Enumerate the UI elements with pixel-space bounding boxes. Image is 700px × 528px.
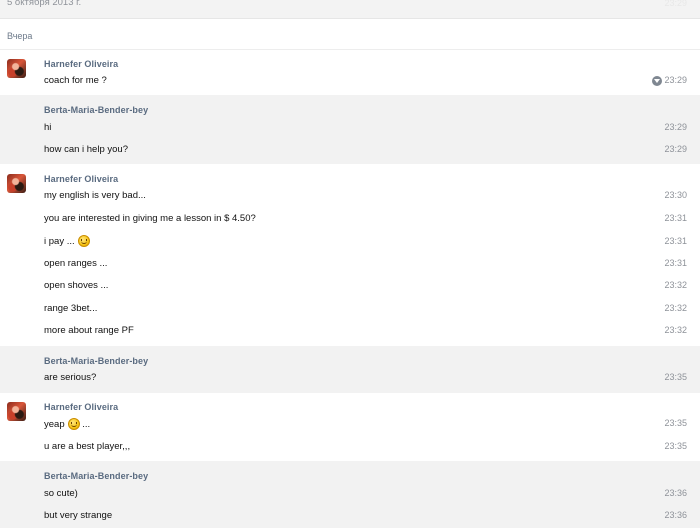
chevron-down-circle-icon[interactable] <box>652 76 662 86</box>
author-name[interactable]: Harnefer Oliveira <box>44 174 118 184</box>
message-text: you are interested in giving me a lesson… <box>44 213 256 224</box>
message-text: yeap <box>44 419 65 430</box>
message-time[interactable]: 23:32 <box>664 280 687 290</box>
message-group: Berta-Maria-Bender-bey hi 23:29 how can … <box>0 95 700 164</box>
message-text-suffix: ... <box>82 419 91 430</box>
message-time[interactable]: 23:36 <box>664 488 687 498</box>
message-time[interactable]: 23:35 <box>664 418 687 428</box>
message-text: but very strange <box>44 510 113 521</box>
message-group: Berta-Maria-Bender-bey so cute) 23:36 bu… <box>0 461 700 528</box>
author-name[interactable]: Berta-Maria-Bender-bey <box>44 356 148 366</box>
message-time[interactable]: 23:31 <box>664 213 687 223</box>
top-date-bar: 5 октября 2013 г. 23:29 <box>0 0 700 19</box>
message-time[interactable]: 23:31 <box>664 258 687 268</box>
author-name[interactable]: Berta-Maria-Bender-bey <box>44 471 148 481</box>
day-separator-label: Вчера <box>7 31 33 41</box>
message-text: open ranges ... <box>44 258 108 269</box>
message-text: coach for me ? <box>44 75 107 86</box>
avatar[interactable] <box>7 174 26 193</box>
message-group: Harnefer Oliveira my english is very bad… <box>0 164 700 346</box>
day-separator: Вчера <box>0 19 700 50</box>
cut-time: 23:29 <box>664 0 687 8</box>
message-time[interactable]: 23:36 <box>664 510 687 520</box>
author-name[interactable]: Berta-Maria-Bender-bey <box>44 105 148 115</box>
author-name[interactable]: Harnefer Oliveira <box>44 59 118 69</box>
message-time[interactable]: 23:35 <box>664 441 687 451</box>
smile-emoji-icon <box>67 418 80 430</box>
message-text: my english is very bad... <box>44 190 146 201</box>
message-text: are serious? <box>44 372 97 383</box>
message-time[interactable]: 23:29 <box>664 144 687 154</box>
avatar[interactable] <box>7 402 26 421</box>
author-name[interactable]: Harnefer Oliveira <box>44 402 118 412</box>
message-time[interactable]: 23:29 <box>664 75 687 85</box>
message-group: Harnefer Oliveira coach for me ? 23:29 <box>0 50 700 95</box>
message-time[interactable]: 23:31 <box>664 236 687 246</box>
message-row: i pay ... <box>44 235 90 247</box>
message-time[interactable]: 23:29 <box>664 122 687 132</box>
message-time[interactable]: 23:32 <box>664 303 687 313</box>
message-group: Berta-Maria-Bender-bey are serious? 23:3… <box>0 346 700 393</box>
message-text: range 3bet... <box>44 303 98 314</box>
date-label: 5 октября 2013 г. <box>7 0 82 8</box>
message-time[interactable]: 23:35 <box>664 372 687 382</box>
message-time[interactable]: 23:30 <box>664 190 687 200</box>
message-text: open shoves ... <box>44 280 109 291</box>
message-text: so cute) <box>44 488 78 499</box>
message-text: more about range PF <box>44 325 134 336</box>
message-text: u are a best player,,, <box>44 441 131 452</box>
message-text: hi <box>44 122 52 133</box>
message-time[interactable]: 23:32 <box>664 325 687 335</box>
message-text: i pay ... <box>44 236 75 247</box>
message-text: how can i help you? <box>44 144 128 155</box>
message-group: Harnefer Oliveira yeap ... 23:35 u are a… <box>0 393 700 461</box>
smile-emoji-icon <box>77 235 90 247</box>
avatar[interactable] <box>7 59 26 78</box>
message-row: yeap ... <box>44 418 90 430</box>
